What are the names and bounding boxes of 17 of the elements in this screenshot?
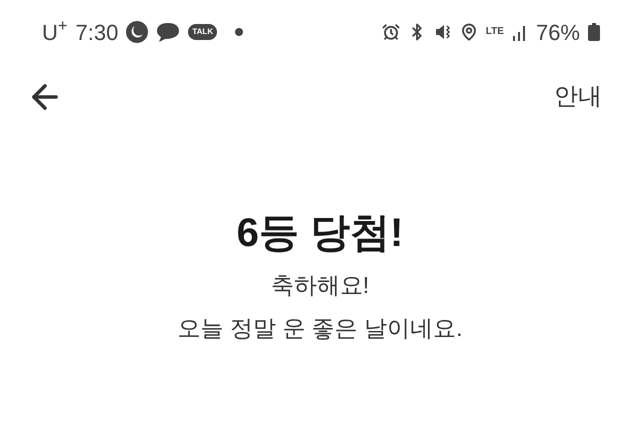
result-message: 축하해요! [270, 271, 370, 300]
clock-time: 7:30 [76, 18, 118, 46]
battery-percent: 76% [536, 18, 580, 46]
mute-vibrate-icon [434, 23, 452, 41]
chat-bubble-icon [156, 21, 180, 43]
help-link[interactable]: 안내 [554, 79, 602, 115]
alarm-icon [382, 23, 400, 41]
signal-icon [512, 23, 528, 41]
result-title: 6등 당첨! [236, 210, 404, 257]
network-label: LTE [486, 27, 504, 37]
talk-badge: TALK [188, 24, 218, 40]
location-icon [460, 23, 478, 41]
carrier-label: U$^{+}$ [42, 16, 68, 46]
dot-icon [235, 28, 244, 36]
result-message: 오늘 정말 운 좋은 날이네요. [178, 314, 462, 342]
moon-icon [126, 21, 148, 43]
battery-icon [588, 23, 600, 41]
